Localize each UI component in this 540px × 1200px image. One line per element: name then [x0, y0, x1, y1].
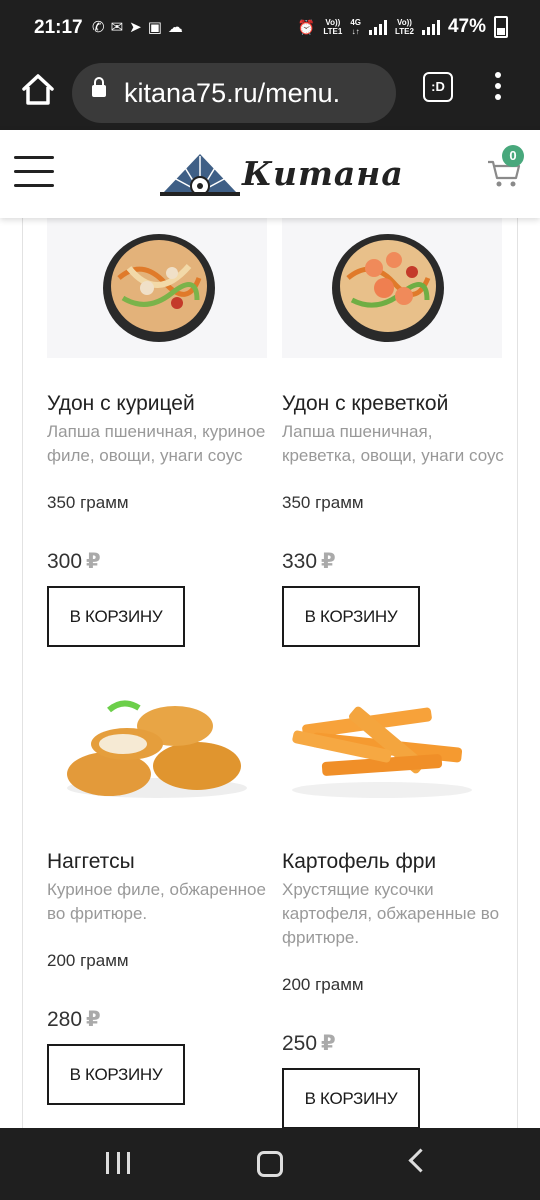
system-navigation-bar [0, 1128, 540, 1200]
cloud-icon: ☁ [167, 19, 183, 36]
sim1-label: Vo)) LTE1 [323, 18, 343, 36]
back-icon[interactable] [408, 1148, 433, 1173]
add-to-cart-button[interactable]: В КОРЗИНУ [282, 1068, 420, 1128]
status-bar: 21:17 ✆ ✉ ➤ ▣ ☁ ⏰ Vo)) LTE1 4G ↓↑ Vo)) LTE2… [0, 0, 540, 58]
product-name[interactable]: Наггетсы [47, 850, 135, 874]
product-weight: 350 грамм [282, 493, 364, 512]
price-value: 250 [282, 1032, 318, 1055]
product-description: Лапша пшеничная, креветка, овощи, унаги … [282, 422, 504, 465]
site-header: Китана [0, 130, 540, 218]
product-weight: 350 грамм [47, 493, 129, 512]
product-description: Хрустящие кусочки картофеля, обжаренные … [282, 880, 500, 947]
network-type-label: 4G ↓↑ [350, 18, 361, 36]
add-to-cart-button[interactable]: В КОРЗИНУ [47, 1044, 185, 1105]
signal-1-icon [369, 19, 387, 35]
browser-toolbar: kitana75.ru/menu. :D [0, 58, 540, 130]
product-price: 250 ₽ [282, 1031, 336, 1056]
add-to-cart-button[interactable]: В КОРЗИНУ [47, 586, 185, 647]
address-bar[interactable]: kitana75.ru/menu. [72, 63, 396, 123]
viber-icon: ✆ [92, 19, 105, 36]
price-value: 300 [47, 550, 83, 573]
tabs-button[interactable]: :D [423, 72, 453, 102]
product-weight: 200 грамм [282, 975, 364, 994]
hamburger-menu-icon[interactable] [14, 156, 54, 188]
battery-percent: 47% [447, 16, 486, 37]
product-name[interactable]: Удон с курицей [47, 392, 195, 416]
product-grid: Удон с курицей Лапша пшеничная, куриное … [22, 218, 518, 1128]
browser-menu-icon[interactable] [494, 72, 502, 102]
product-description: Лапша пшеничная, куриное филе, овощи, ун… [47, 422, 266, 465]
notification-icons: ✆ ✉ ➤ ▣ ☁ [92, 18, 183, 36]
product-image[interactable] [47, 218, 267, 358]
telegram-icon: ➤ [129, 19, 142, 36]
mail-icon: ✉ [110, 19, 124, 36]
signal-2-icon [421, 19, 440, 35]
price-value: 280 [47, 1008, 83, 1031]
recent-apps-icon[interactable] [106, 1152, 130, 1174]
home-button-icon[interactable] [257, 1151, 283, 1177]
product-name[interactable]: Удон с креветкой [282, 392, 448, 416]
alarm-icon: ⏰ [297, 18, 316, 35]
url-text: kitana75.ru/menu. [124, 78, 341, 108]
product-image[interactable] [47, 678, 267, 828]
product-price: 280 ₽ [47, 1007, 101, 1032]
battery-icon [494, 16, 508, 38]
product-name[interactable]: Картофель фри [282, 850, 436, 874]
logo-text: Китана [242, 154, 404, 193]
cart-count-badge: 0 [502, 145, 524, 167]
ruble-sign: ₽ [86, 1008, 101, 1031]
image-icon: ▣ [147, 19, 162, 36]
ruble-sign: ₽ [86, 550, 101, 573]
status-time: 21:17 [34, 17, 83, 38]
product-weight: 200 грамм [47, 951, 129, 970]
site-logo[interactable]: Китана [160, 148, 403, 198]
product-image[interactable] [282, 678, 502, 828]
status-right-icons: ⏰ Vo)) LTE1 4G ↓↑ Vo)) LTE2 47% [298, 16, 508, 38]
ruble-sign: ₽ [321, 550, 336, 573]
home-icon[interactable] [18, 70, 58, 110]
sim2-label: Vo)) LTE2 [395, 18, 414, 36]
product-description: Куриное филе, обжаренное во фритюре. [47, 880, 266, 923]
product-price: 330 ₽ [282, 549, 336, 574]
product-image[interactable] [282, 218, 502, 358]
fan-logo-icon [160, 154, 240, 196]
add-to-cart-button[interactable]: В КОРЗИНУ [282, 586, 420, 647]
ruble-sign: ₽ [321, 1032, 336, 1055]
price-value: 330 [282, 550, 318, 573]
product-price: 300 ₽ [47, 549, 101, 574]
lock-icon [92, 77, 106, 97]
